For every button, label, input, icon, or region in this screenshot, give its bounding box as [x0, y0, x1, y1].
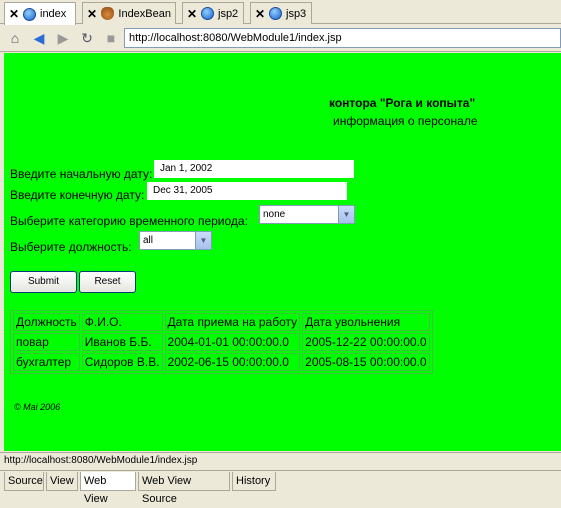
submit-button[interactable]: Submit [10, 271, 77, 293]
tab-index[interactable]: ✕ index [4, 2, 76, 25]
end-date-input[interactable]: Dec 31, 2005 [147, 182, 347, 200]
table-cell: повар [13, 333, 80, 351]
tab-label: IndexBean [118, 7, 171, 20]
bean-icon [101, 7, 115, 20]
page-title: контора "Рога и копыта" [329, 96, 476, 110]
table-cell: 2002-06-15 00:00:00.0 [164, 353, 301, 371]
chevron-down-icon[interactable]: ▼ [338, 206, 354, 223]
browser-toolbar: ⌂ ◀ ▶ ↻ ■ http://localhost:8080/WebModul… [0, 25, 561, 52]
chevron-down-icon[interactable]: ▼ [195, 232, 211, 249]
tab-label: index [40, 8, 67, 20]
close-icon[interactable]: ✕ [87, 7, 97, 21]
table-row: бухгалтер Сидоров В.В. 2002-06-15 00:00:… [13, 353, 430, 371]
editor-tab-bar: ✕ index ✕ IndexBean ✕ jsp2 ✕ jsp3 [0, 0, 561, 25]
table-cell: 2004-01-01 00:00:00.0 [164, 333, 301, 351]
tab-view[interactable]: View [46, 472, 78, 491]
forward-icon[interactable]: ▶ [54, 29, 72, 47]
reset-button[interactable]: Reset [79, 271, 136, 293]
close-icon[interactable]: ✕ [255, 7, 265, 21]
tab-web-view-source[interactable]: Web View Source [138, 472, 230, 505]
tab-label: jsp2 [218, 7, 239, 20]
tab-source[interactable]: Source [4, 472, 44, 491]
back-icon[interactable]: ◀ [30, 29, 48, 47]
status-bar: http://localhost:8080/WebModule1/index.j… [0, 452, 561, 469]
tab-label: jsp3 [286, 7, 307, 20]
table-header-row: Должность Ф.И.О. Дата приема на работу Д… [13, 313, 430, 331]
tab-web-view[interactable]: Web View [80, 472, 136, 505]
tab-jsp3[interactable]: ✕ jsp3 [250, 2, 312, 24]
url-field[interactable]: http://localhost:8080/WebModule1/index.j… [124, 28, 561, 48]
start-date-input[interactable]: Jan 1, 2002 [154, 160, 354, 178]
close-icon[interactable]: ✕ [9, 7, 19, 21]
home-icon[interactable]: ⌂ [6, 29, 24, 47]
tab-history[interactable]: History [232, 472, 276, 491]
position-label: Выберите должность: [10, 240, 132, 254]
column-header: Ф.И.О. [81, 313, 163, 331]
position-select-value: all [143, 235, 154, 246]
table-cell: 2005-12-22 00:00:00.0 [302, 333, 430, 351]
stop-icon[interactable]: ■ [102, 29, 120, 47]
web-page: контора "Рога и копыта" информация о пер… [4, 53, 561, 451]
tab-indexbean[interactable]: ✕ IndexBean [82, 2, 176, 24]
end-date-label: Введите конечную дату: [10, 188, 145, 202]
personnel-table: Должность Ф.И.О. Дата приема на работу Д… [10, 310, 433, 374]
column-header: Дата приема на работу [164, 313, 301, 331]
table-row: повар Иванов Б.Б. 2004-01-01 00:00:00.0 … [13, 333, 430, 351]
period-select[interactable]: none ▼ [259, 205, 355, 224]
globe-icon [269, 7, 282, 20]
tab-jsp2[interactable]: ✕ jsp2 [182, 2, 244, 24]
page-subtitle: информация о персонале [333, 114, 478, 128]
column-header: Дата увольнения [302, 313, 430, 331]
view-tab-bar: Source View Web View Web View Source His… [0, 470, 561, 505]
table-cell: 2005-08-15 00:00:00.0 [302, 353, 430, 371]
table-cell: Иванов Б.Б. [81, 333, 163, 351]
close-icon[interactable]: ✕ [187, 7, 197, 21]
refresh-icon[interactable]: ↻ [78, 29, 96, 47]
start-date-label: Введите начальную дату: [10, 167, 153, 181]
globe-icon [201, 7, 214, 20]
table-cell: бухгалтер [13, 353, 80, 371]
globe-icon [23, 7, 36, 21]
column-header: Должность [13, 313, 80, 331]
period-label: Выберите категорию временного периода: [10, 214, 248, 228]
period-select-value: none [263, 209, 286, 220]
copyright-text: © Mai 2006 [14, 402, 61, 412]
table-cell: Сидоров В.В. [81, 353, 163, 371]
position-select[interactable]: all ▼ [139, 231, 212, 250]
